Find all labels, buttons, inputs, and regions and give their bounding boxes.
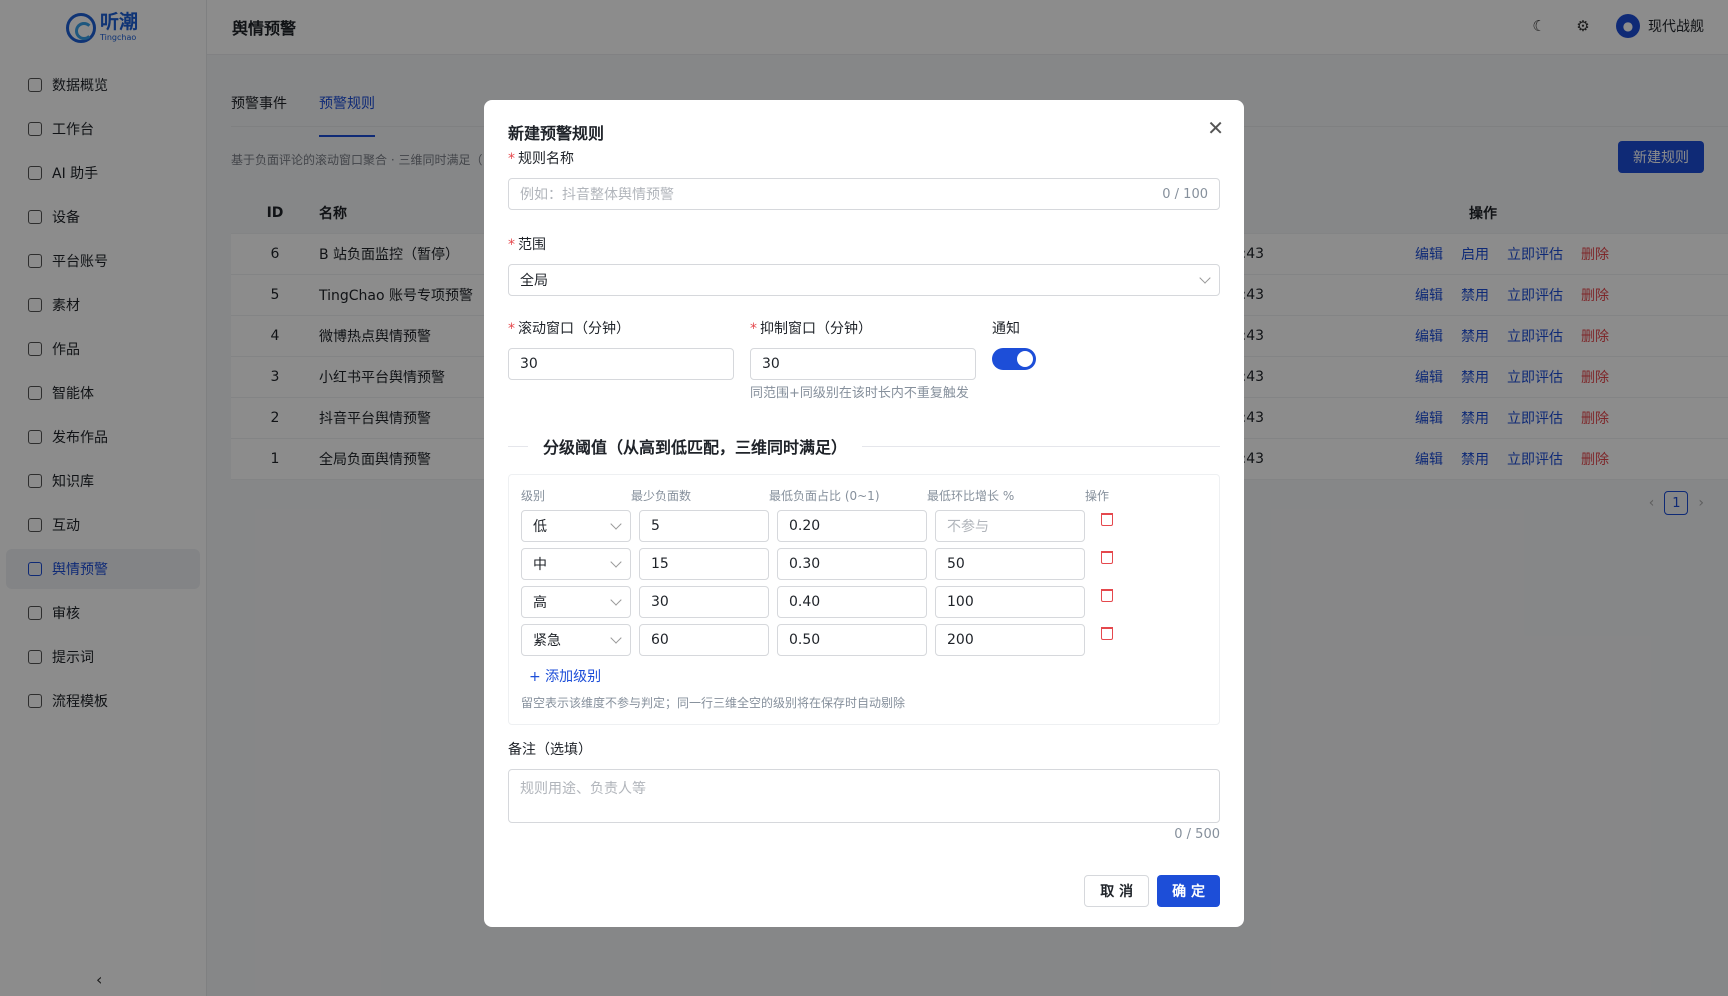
rule-name-placeholder: 例如：抖音整体舆情预警 <box>520 187 674 203</box>
tier-growth-input[interactable]: 100 <box>935 586 1085 619</box>
suppress-label: * 抑制窗口（分钟） <box>750 321 872 337</box>
suppress-hint: 同范围+同级别在该时长内不重复触发 <box>750 386 969 401</box>
new-rule-modal: 新建预警规则 ✕ * 规则名称 例如：抖音整体舆情预警 0 / 100 * 范围 全… <box>484 100 1244 927</box>
tier-min-input[interactable]: 5 <box>639 510 769 543</box>
cancel-button[interactable]: 取 消 <box>1084 875 1150 907</box>
scope-select[interactable]: 全局 <box>508 264 1220 296</box>
rule-name-input[interactable]: 例如：抖音整体舆情预警 0 / 100 <box>508 178 1220 210</box>
tier-row: 中 15 0.30 50 <box>521 548 1207 581</box>
window-label: * 滚动窗口（分钟） <box>508 321 630 337</box>
delete-tier-icon[interactable] <box>1101 588 1113 602</box>
tier-min-input[interactable]: 30 <box>639 586 769 619</box>
close-icon[interactable]: ✕ <box>1207 116 1224 140</box>
chevron-down-icon <box>610 632 622 644</box>
tier-section-title: 分级阈值（从高到低匹配，三维同时满足） <box>508 434 1220 458</box>
chevron-down-icon <box>610 518 622 530</box>
notify-toggle[interactable] <box>992 348 1036 370</box>
remark-count: 0 / 500 <box>1174 827 1220 843</box>
tier-ratio-input[interactable]: 0.40 <box>777 586 927 619</box>
tier-header: 级别 最少负面数 最低负面占比 (0~1) 最低环比增长 % 操作 <box>521 489 1110 504</box>
chevron-down-icon <box>610 594 622 606</box>
remark-label: 备注（选填） <box>508 742 592 759</box>
tier-note: 留空表示该维度不参与判定；同一行三维全空的级别将在保存时自动剔除 <box>521 696 906 711</box>
tier-row: 高 30 0.40 100 <box>521 586 1207 619</box>
remark-textarea[interactable]: 规则用途、负责人等 <box>508 769 1220 824</box>
tier-table: 级别 最少负面数 最低负面占比 (0~1) 最低环比增长 % 操作 低 5 0.20… <box>508 474 1220 726</box>
suppress-input[interactable]: 30 <box>750 348 976 380</box>
chevron-down-icon <box>610 556 622 568</box>
notify-label: 通知 <box>992 321 1020 337</box>
tier-growth-input[interactable]: 50 <box>935 548 1085 581</box>
tier-min-input[interactable]: 60 <box>639 624 769 657</box>
tier-growth-input[interactable]: 200 <box>935 624 1085 657</box>
tier-level-select[interactable]: 紧急 <box>521 624 631 657</box>
delete-tier-icon[interactable] <box>1101 550 1113 564</box>
rule-name-label: * 规则名称 <box>508 151 574 167</box>
tier-ratio-input[interactable]: 0.20 <box>777 510 927 543</box>
tier-ratio-input[interactable]: 0.50 <box>777 624 927 657</box>
tier-row: 紧急 60 0.50 200 <box>521 624 1207 657</box>
delete-tier-icon[interactable] <box>1101 512 1113 526</box>
tier-growth-input[interactable]: 不参与 <box>935 510 1085 543</box>
tier-level-select[interactable]: 中 <box>521 548 631 581</box>
tier-level-select[interactable]: 低 <box>521 510 631 543</box>
tier-min-input[interactable]: 15 <box>639 548 769 581</box>
rule-name-count: 0 / 100 <box>1162 186 1208 202</box>
window-input[interactable]: 30 <box>508 348 734 380</box>
scope-label: * 范围 <box>508 237 546 253</box>
chevron-down-icon <box>1199 272 1211 284</box>
tier-row: 低 5 0.20 不参与 <box>521 510 1207 543</box>
add-tier-button[interactable]: + 添加级别 <box>521 666 1207 686</box>
delete-tier-icon[interactable] <box>1101 626 1113 640</box>
scope-value: 全局 <box>520 273 548 289</box>
modal-title: 新建预警规则 <box>508 124 605 143</box>
confirm-button[interactable]: 确 定 <box>1157 875 1220 907</box>
tier-level-select[interactable]: 高 <box>521 586 631 619</box>
tier-ratio-input[interactable]: 0.30 <box>777 548 927 581</box>
